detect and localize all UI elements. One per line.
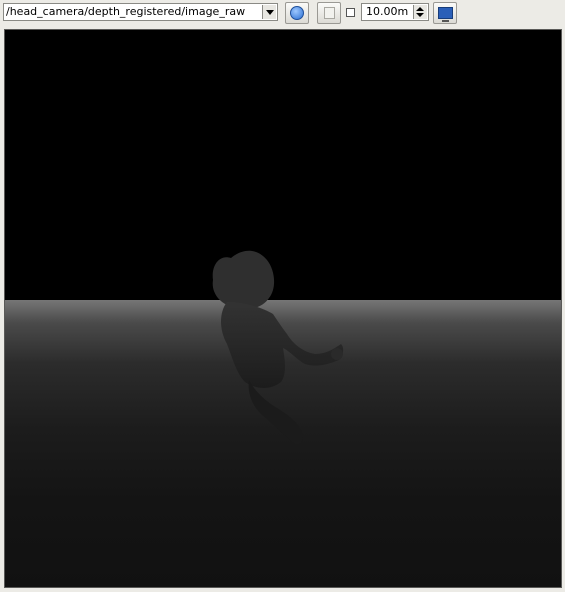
spin-up-icon[interactable] bbox=[416, 7, 424, 11]
fit-window-button[interactable] bbox=[433, 2, 457, 24]
topic-dropdown-value: /head_camera/depth_registered/image_raw bbox=[6, 5, 246, 18]
chevron-down-icon[interactable] bbox=[262, 5, 276, 19]
max-range-spinbox[interactable]: 10.00m bbox=[361, 3, 429, 21]
depth-image-view[interactable] bbox=[4, 29, 562, 588]
save-icon bbox=[323, 7, 335, 19]
refresh-topics-button[interactable] bbox=[285, 2, 309, 24]
toolbar: /head_camera/depth_registered/image_raw … bbox=[0, 0, 565, 27]
monitor-icon bbox=[437, 7, 453, 22]
spin-buttons[interactable] bbox=[413, 5, 427, 19]
save-image-button[interactable] bbox=[317, 2, 341, 24]
smooth-scaling-checkbox[interactable] bbox=[346, 8, 355, 17]
spin-down-icon[interactable] bbox=[416, 13, 424, 17]
topic-dropdown[interactable]: /head_camera/depth_registered/image_raw bbox=[3, 3, 278, 21]
refresh-icon bbox=[290, 6, 304, 20]
max-range-value: 10.00m bbox=[366, 5, 409, 18]
depth-person-silhouette bbox=[212, 250, 344, 445]
